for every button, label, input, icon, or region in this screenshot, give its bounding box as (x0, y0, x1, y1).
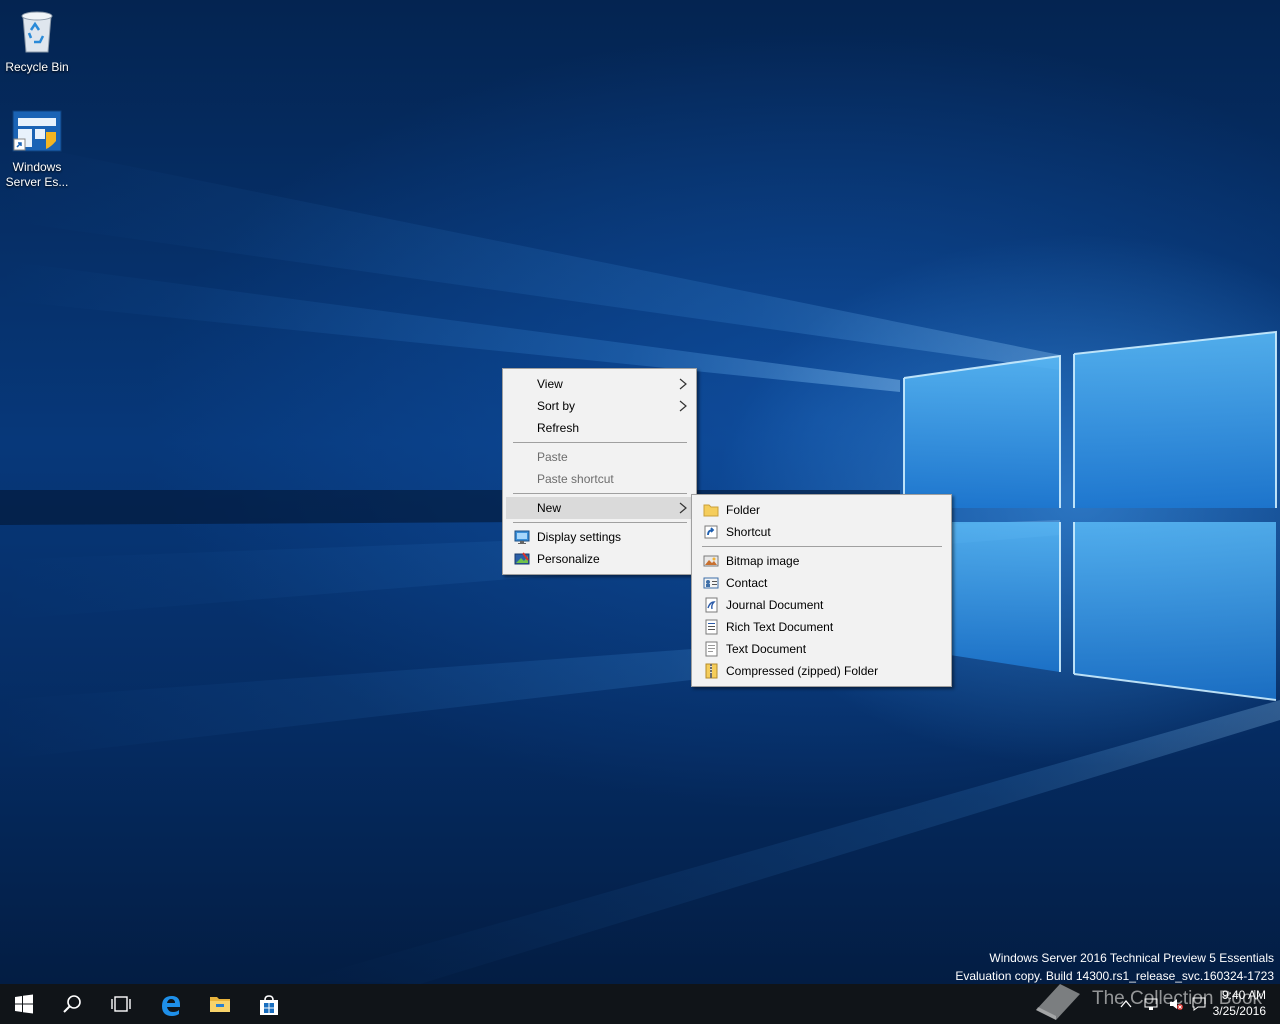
menu-item-label: Sort by (537, 399, 576, 413)
search-icon (63, 995, 81, 1013)
desktop-icon-recycle-bin[interactable]: Recycle Bin (0, 8, 74, 75)
menu-item-label: Paste shortcut (537, 472, 614, 486)
journal-document-icon (705, 597, 718, 613)
submenu-item-contact[interactable]: Contact (695, 572, 948, 594)
bitmap-image-icon (703, 555, 719, 567)
action-center-icon[interactable] (1191, 996, 1207, 1012)
menu-item-paste-shortcut[interactable]: Paste shortcut (506, 468, 693, 490)
menu-item-label: Display settings (537, 530, 622, 544)
menu-item-personalize[interactable]: Personalize (506, 548, 693, 570)
submenu-item-folder[interactable]: Folder (695, 499, 948, 521)
search-button[interactable] (48, 984, 96, 1024)
display-settings-icon (514, 530, 530, 544)
desktop-icon-label-line2: Server Es... (5, 175, 69, 189)
desktop-icon-label: Recycle Bin (5, 60, 69, 74)
start-button[interactable] (0, 984, 48, 1024)
new-submenu: Folder Shortcut Bitmap image Contact Jou… (691, 494, 952, 687)
menu-separator (513, 493, 687, 494)
menu-separator (513, 522, 687, 523)
clock-date: 3/25/2016 (1212, 1004, 1266, 1018)
store-button[interactable] (244, 984, 292, 1024)
submenu-item-label: Rich Text Document (726, 620, 834, 634)
chevron-right-icon (679, 400, 687, 412)
menu-item-label: New (537, 501, 562, 515)
evaluation-notice: Windows Server 2016 Technical Preview 5 … (955, 949, 1274, 984)
submenu-item-rich-text-document[interactable]: Rich Text Document (695, 616, 948, 638)
start-icon (15, 994, 33, 1014)
menu-item-sort-by[interactable]: Sort by (506, 395, 693, 417)
desktop[interactable]: Recycle Bin Windows Server Es... Windows… (0, 0, 1280, 984)
submenu-item-shortcut[interactable]: Shortcut (695, 521, 948, 543)
menu-item-view[interactable]: View (506, 373, 693, 395)
submenu-item-label: Shortcut (726, 525, 771, 539)
network-icon[interactable] (1143, 996, 1159, 1012)
chevron-right-icon (679, 502, 687, 514)
task-view-icon (111, 996, 131, 1012)
evaluation-line-2: Evaluation copy. Build 14300.rs1_release… (955, 969, 1274, 983)
submenu-item-label: Folder (726, 503, 761, 517)
desktop-icon-windows-server-essentials[interactable]: Windows Server Es... (0, 110, 74, 190)
recycle-bin-icon (0, 8, 74, 58)
menu-item-refresh[interactable]: Refresh (506, 417, 693, 439)
desktop-context-menu: View Sort by Refresh Paste Paste shortcu… (502, 368, 697, 575)
desktop-icon-label-line1: Windows (12, 160, 62, 174)
chevron-up-icon[interactable] (1118, 996, 1134, 1012)
evaluation-line-1: Windows Server 2016 Technical Preview 5 … (989, 951, 1274, 965)
rich-text-document-icon (705, 619, 718, 635)
folder-icon (703, 504, 719, 517)
edge-button[interactable] (146, 984, 194, 1024)
taskbar: 9:40 AM 3/25/2016 (0, 984, 1280, 1024)
menu-item-label: Paste (537, 450, 568, 464)
submenu-item-label: Text Document (726, 642, 807, 656)
menu-item-label: Personalize (537, 552, 600, 566)
store-icon (260, 995, 278, 1015)
submenu-item-label: Journal Document (726, 598, 824, 612)
text-document-icon (705, 641, 718, 657)
menu-separator (513, 442, 687, 443)
personalize-icon (514, 552, 530, 565)
edge-icon (162, 996, 180, 1016)
clock[interactable]: 9:40 AM 3/25/2016 (1213, 987, 1266, 1019)
menu-item-display-settings[interactable]: Display settings (506, 526, 693, 548)
menu-item-new[interactable]: New (506, 497, 693, 519)
submenu-item-text-document[interactable]: Text Document (695, 638, 948, 660)
submenu-item-label: Contact (726, 576, 768, 590)
chevron-right-icon (679, 378, 687, 390)
shortcut-icon (704, 525, 718, 539)
submenu-item-bitmap-image[interactable]: Bitmap image (695, 550, 948, 572)
clock-time: 9:40 AM (1221, 988, 1266, 1002)
zipped-folder-icon (705, 663, 718, 679)
menu-item-paste[interactable]: Paste (506, 446, 693, 468)
submenu-item-label: Compressed (zipped) Folder (726, 664, 879, 678)
task-view-button[interactable] (96, 984, 144, 1024)
contact-icon (703, 577, 719, 589)
windows-server-essentials-icon (0, 110, 74, 158)
volume-muted-icon[interactable] (1168, 996, 1184, 1012)
submenu-item-journal-document[interactable]: Journal Document (695, 594, 948, 616)
menu-separator (702, 546, 942, 547)
menu-item-label: Refresh (537, 421, 580, 435)
file-explorer-button[interactable] (195, 984, 243, 1024)
menu-item-label: View (537, 377, 563, 391)
submenu-item-label: Bitmap image (726, 554, 800, 568)
submenu-item-compressed-folder[interactable]: Compressed (zipped) Folder (695, 660, 948, 682)
file-explorer-icon (210, 997, 230, 1012)
